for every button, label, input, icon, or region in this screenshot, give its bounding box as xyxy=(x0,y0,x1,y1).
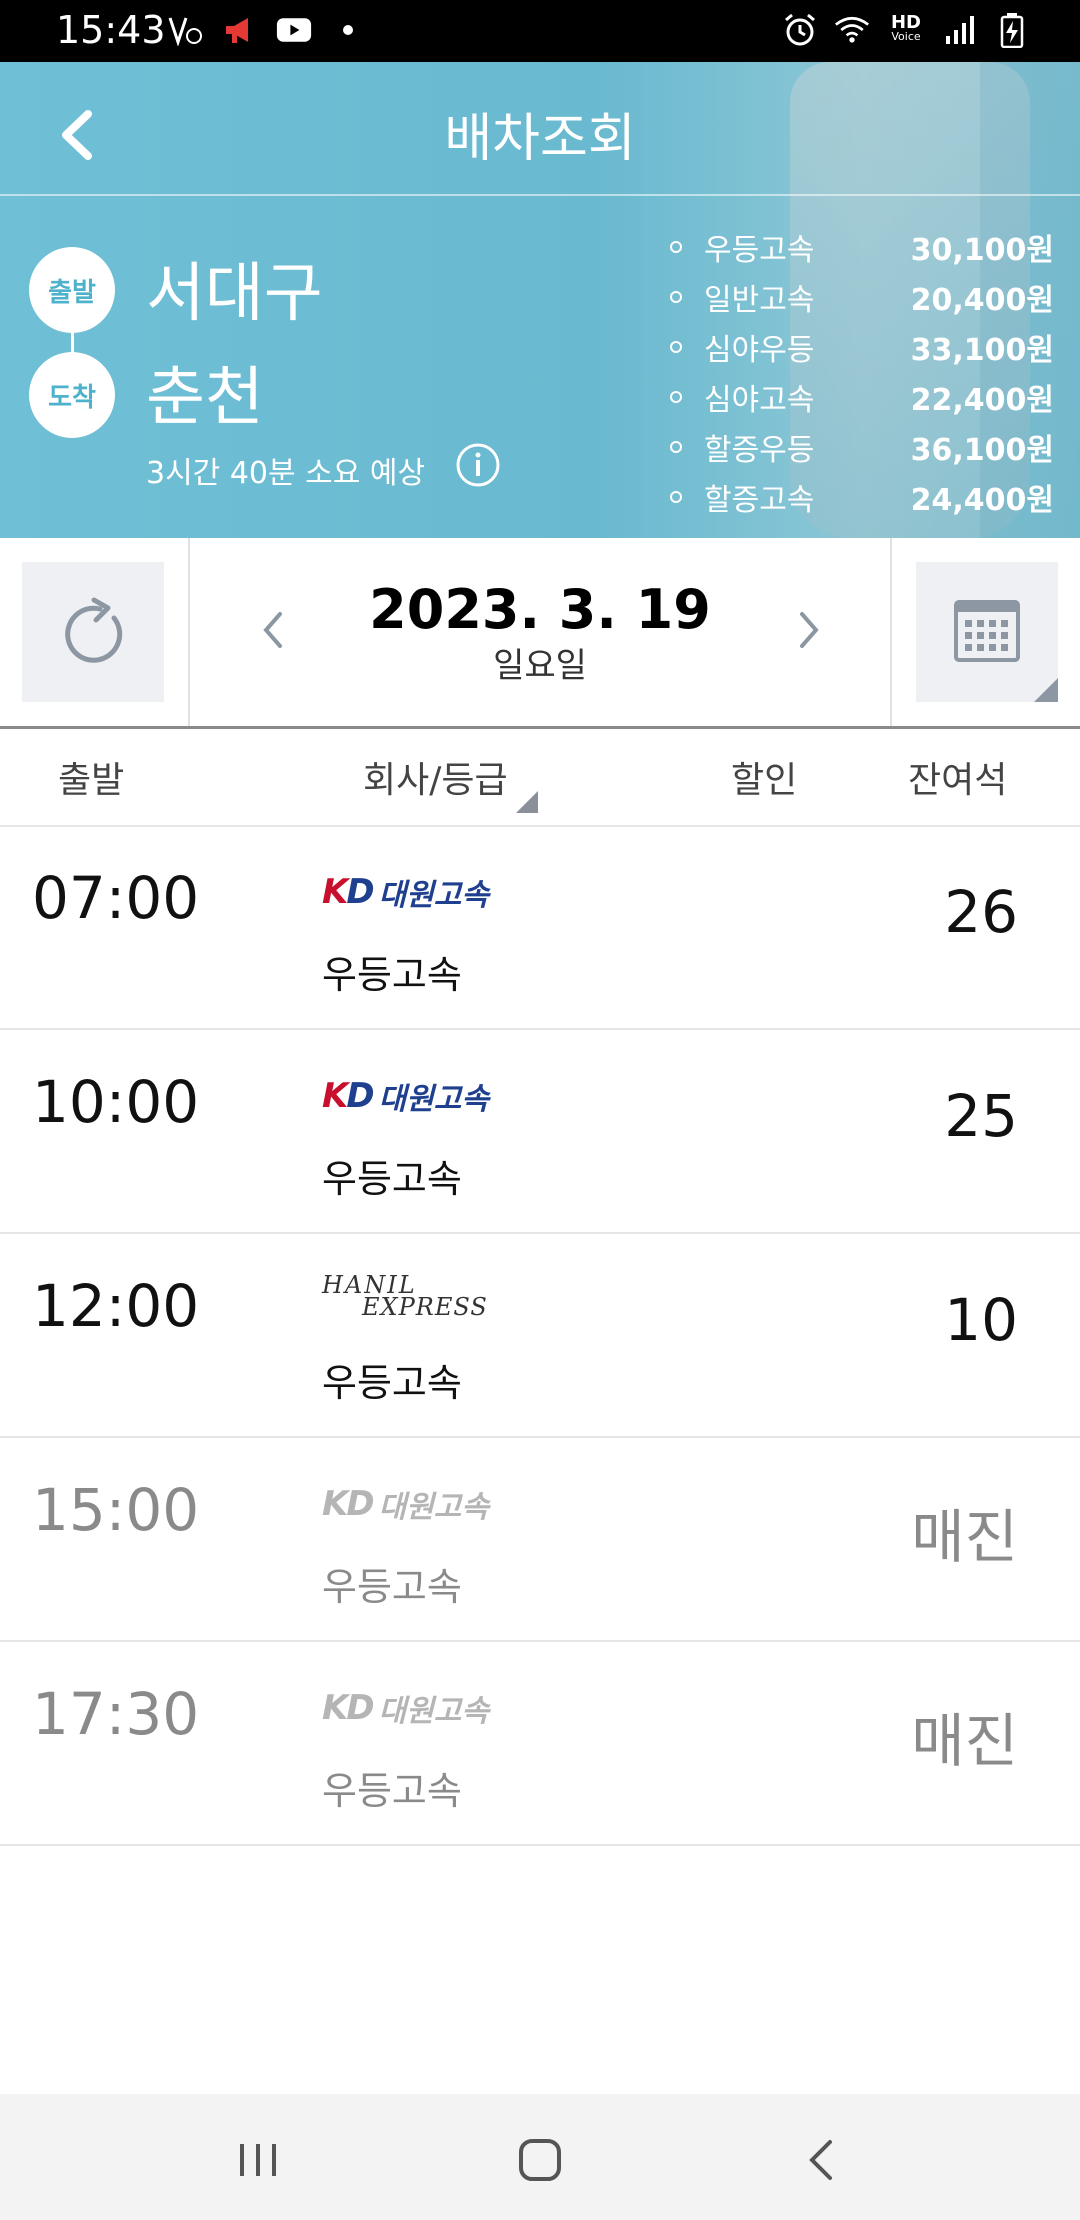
remaining-seats: 26 xyxy=(944,878,1018,946)
kd-logo-icon: KD xyxy=(322,1076,375,1116)
status-bar: 15:43 HD Voice xyxy=(0,0,1080,62)
fare-name: 할증우등 xyxy=(704,433,815,468)
fare-price: 33,100원 xyxy=(910,333,1054,368)
system-navigation-bar xyxy=(0,2094,1080,2220)
youtube-icon xyxy=(276,12,312,48)
alarm-icon xyxy=(782,12,818,48)
signal-icon xyxy=(942,12,978,48)
kd-logo-icon: KD xyxy=(322,872,375,912)
company-logo: HANIL EXPRESS xyxy=(322,1273,488,1319)
fare-row: 심야우등 33,100원 xyxy=(670,322,1054,372)
departure-time: 10:00 xyxy=(32,1068,200,1136)
fare-name: 심야고속 xyxy=(704,383,815,418)
column-header-discount[interactable]: 할인 xyxy=(731,751,797,803)
table-row[interactable]: 10:00 KD 대원고속 우등고속 25 xyxy=(0,1030,1080,1234)
status-time: 15:43 xyxy=(56,8,166,52)
volte-icon xyxy=(168,12,204,48)
nav-back-button[interactable] xyxy=(792,2130,852,2190)
fare-price: 22,400원 xyxy=(910,383,1054,418)
company-name-line2: EXPRESS xyxy=(362,1293,488,1321)
bus-grade: 우등고속 xyxy=(322,1769,462,1813)
departure-time: 12:00 xyxy=(32,1272,200,1340)
wifi-icon xyxy=(834,12,870,48)
bullet-icon xyxy=(670,291,682,303)
company-logo: KD 대원고속 xyxy=(322,1484,489,1525)
company-name: 대원고속 xyxy=(378,1490,489,1525)
fare-row: 할증고속 24,400원 xyxy=(670,472,1054,522)
home-icon xyxy=(519,2139,561,2181)
column-header-company[interactable]: 회사/등급 xyxy=(363,751,508,803)
calendar-button[interactable] xyxy=(916,562,1058,702)
megaphone-icon xyxy=(222,12,258,48)
sold-out-label: 매진 xyxy=(911,1503,1018,1571)
arrive-city: 춘천 xyxy=(146,361,264,435)
fare-row: 일반고속 20,400원 xyxy=(670,272,1054,322)
fare-name: 일반고속 xyxy=(704,283,815,318)
company-logo: KD 대원고속 xyxy=(322,872,489,913)
calendar-icon xyxy=(954,600,1058,702)
bus-grade: 우등고속 xyxy=(322,1361,462,1405)
voice-label: Voice xyxy=(891,30,921,43)
column-header-seats[interactable]: 잔여석 xyxy=(908,751,1007,803)
fare-row: 심야고속 22,400원 xyxy=(670,372,1054,422)
date-selector: 2023. 3. 19 일요일 xyxy=(0,538,1080,729)
fare-row: 우등고속 30,100원 xyxy=(670,222,1054,272)
fare-price: 20,400원 xyxy=(910,283,1054,318)
fare-price: 24,400원 xyxy=(910,483,1054,518)
remaining-seats: 25 xyxy=(944,1082,1018,1150)
table-row[interactable]: 15:00 KD 대원고속 우등고속 매진 xyxy=(0,1438,1080,1642)
fare-name: 우등고속 xyxy=(704,233,815,268)
bus-grade: 우등고속 xyxy=(322,953,462,997)
table-row[interactable]: 07:00 KD 대원고속 우등고속 26 xyxy=(0,826,1080,1030)
home-button[interactable] xyxy=(510,2130,570,2190)
company-logo: KD 대원고속 xyxy=(322,1076,489,1117)
sold-out-label: 매진 xyxy=(911,1707,1018,1775)
bullet-icon xyxy=(670,391,682,403)
fare-name: 심야우등 xyxy=(704,333,815,368)
table-header: 출발 회사/등급 할인 잔여석 xyxy=(0,729,1080,827)
dot-icon xyxy=(330,12,366,48)
remaining-seats: 10 xyxy=(944,1286,1018,1354)
company-name: 대원고속 xyxy=(378,878,489,913)
recent-apps-button[interactable] xyxy=(228,2130,288,2190)
table-row[interactable]: 17:30 KD 대원고속 우등고속 매진 xyxy=(0,1642,1080,1846)
hd-label: HD xyxy=(890,12,921,33)
company-logo: KD 대원고속 xyxy=(322,1688,489,1729)
kd-logo-icon: KD xyxy=(322,1688,375,1728)
info-icon[interactable] xyxy=(455,442,501,488)
arrive-badge: 도착 xyxy=(29,352,115,438)
table-row[interactable]: 12:00 HANIL EXPRESS 우등고속 10 xyxy=(0,1234,1080,1438)
back-icon xyxy=(809,2140,832,2180)
departure-time: 17:30 xyxy=(32,1680,200,1748)
fare-list: 우등고속 30,100원 일반고속 20,400원 심야우등 33,100원 심야고속… xyxy=(670,222,1054,522)
fare-price: 36,100원 xyxy=(910,433,1054,468)
column-header-depart[interactable]: 출발 xyxy=(58,751,124,803)
bullet-icon xyxy=(670,241,682,253)
bullet-icon xyxy=(670,441,682,453)
page-title: 배차조회 xyxy=(444,109,636,169)
company-name: 대원고속 xyxy=(378,1694,489,1729)
next-date-button[interactable] xyxy=(790,600,830,660)
recent-apps-icon xyxy=(240,2144,276,2176)
bullet-icon xyxy=(670,491,682,503)
fare-price: 30,100원 xyxy=(910,233,1054,268)
fare-row: 할증우등 36,100원 xyxy=(670,422,1054,472)
bus-grade: 우등고속 xyxy=(322,1157,462,1201)
company-name: 대원고속 xyxy=(378,1082,489,1117)
chevron-right-icon xyxy=(800,612,819,648)
hd-voice-icon: HD Voice xyxy=(886,12,926,48)
kd-logo-icon: KD xyxy=(322,1484,375,1524)
battery-charging-icon xyxy=(994,12,1030,48)
header-divider xyxy=(0,194,1080,196)
bus-grade: 우등고속 xyxy=(322,1565,462,1609)
divider xyxy=(890,538,892,726)
fare-name: 할증고속 xyxy=(704,483,815,518)
bullet-icon xyxy=(670,341,682,353)
duration-estimate: 3시간 40분 소요 예상 xyxy=(146,456,426,491)
departure-time: 07:00 xyxy=(32,864,200,932)
departure-time: 15:00 xyxy=(32,1476,200,1544)
depart-city: 서대구 xyxy=(146,257,323,331)
sort-indicator-icon xyxy=(516,791,538,813)
route-header: 배차조회 출발 도착 서대구 춘천 3시간 40분 소요 예상 우등고속 30,1… xyxy=(0,62,1080,538)
